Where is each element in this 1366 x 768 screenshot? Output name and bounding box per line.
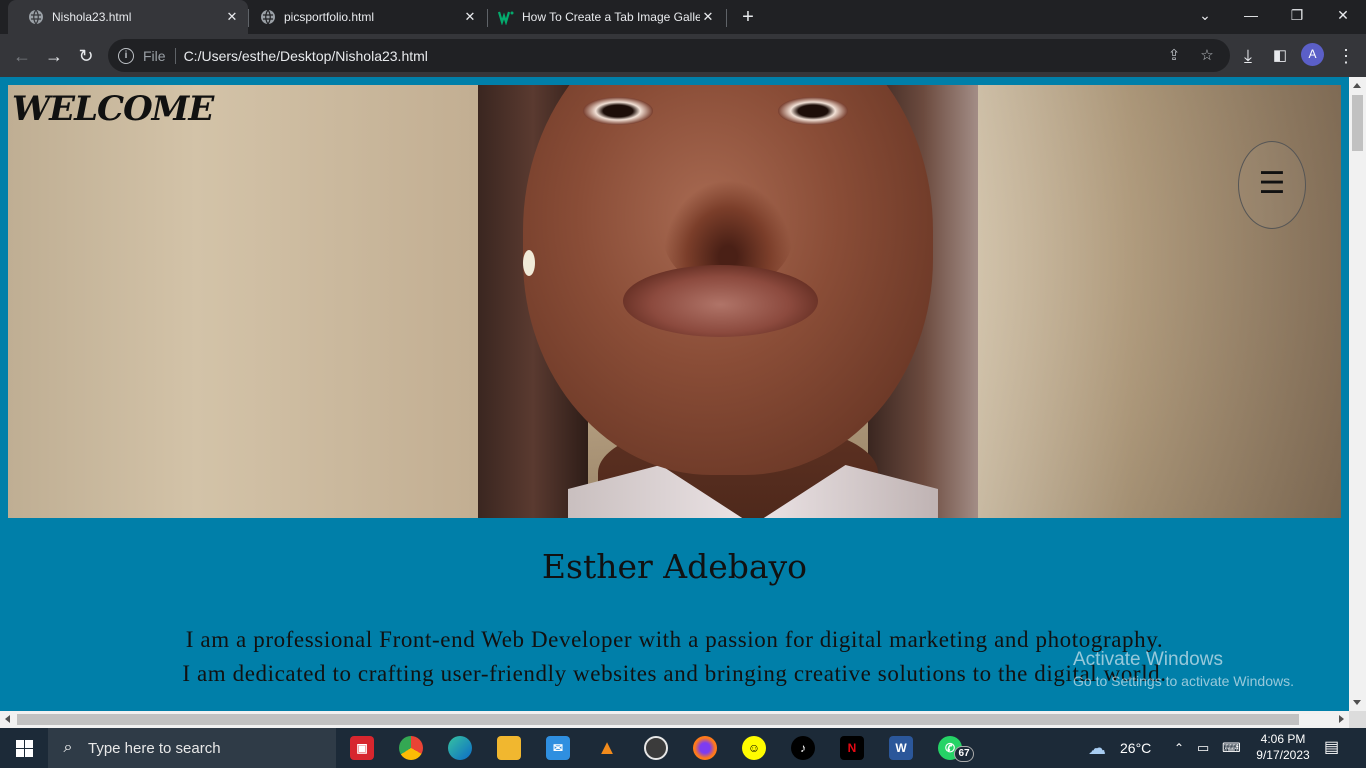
tab-title: How To Create a Tab Image Galle	[522, 10, 700, 24]
edge-icon[interactable]	[448, 736, 472, 760]
horizontal-scrollbar[interactable]	[0, 711, 1349, 728]
minimize-icon[interactable]: —	[1228, 0, 1274, 30]
restore-icon[interactable]: ❐	[1274, 0, 1320, 30]
tab-title: Nishola23.html	[52, 10, 132, 24]
new-tab-icon[interactable]: +	[736, 5, 760, 29]
watermark-subtitle: Go to Settings to activate Windows.	[1073, 673, 1294, 689]
close-window-icon[interactable]: ✕	[1320, 0, 1366, 30]
w3schools-icon	[498, 11, 514, 25]
clock-time: 4:06 PM	[1260, 732, 1306, 746]
tab-title: picsportfolio.html	[284, 10, 375, 24]
scrollbar-corner	[1349, 711, 1366, 728]
tab-search-chevron-icon[interactable]: ⌄	[1182, 0, 1228, 30]
windows-logo-icon	[16, 740, 24, 748]
netflix-icon[interactable]: N	[840, 736, 864, 760]
battery-icon[interactable]: ▭	[1197, 728, 1209, 768]
tab-picsportfolio[interactable]: picsportfolio.html ✕	[240, 0, 486, 34]
side-panel-icon[interactable]: ◧	[1266, 42, 1294, 70]
word-icon[interactable]: W	[889, 736, 913, 760]
download-icon[interactable]: ⤓	[1234, 42, 1262, 70]
weather-temperature[interactable]: 26°C	[1120, 728, 1151, 768]
tab-strip: Nishola23.html ✕ picsportfolio.html ✕ Ho…	[0, 0, 1366, 34]
chrome-icon[interactable]	[399, 736, 423, 760]
profile-name: Esther Adebayo	[541, 547, 808, 586]
vertical-scrollbar[interactable]	[1349, 77, 1366, 711]
close-tab-icon[interactable]: ✕	[462, 9, 478, 25]
show-hidden-icons-icon[interactable]: ⌃	[1174, 728, 1184, 768]
globe-icon	[29, 9, 43, 25]
page-viewport: WELCOME ☰ Esther Adebayo I am a professi…	[0, 77, 1349, 711]
more-menu-icon[interactable]: ⋮	[1332, 42, 1360, 70]
scroll-down-arrow-icon[interactable]	[1353, 700, 1361, 705]
taskbar-search-box[interactable]: ⌕ Type here to search	[48, 728, 336, 768]
address-divider	[174, 47, 176, 64]
site-info-icon[interactable]: i	[118, 47, 134, 64]
share-icon[interactable]: ⇪	[1164, 46, 1184, 66]
tiktok-icon[interactable]: ♪	[791, 736, 815, 760]
mail-icon[interactable]: ✉	[546, 736, 570, 760]
keyboard-icon[interactable]: ⌨	[1222, 728, 1241, 768]
close-tab-icon[interactable]: ✕	[224, 9, 240, 25]
browser-toolbar: ← → ↻ i File C:/Users/esthe/Desktop/Nish…	[0, 34, 1366, 77]
watermark-title: Activate Windows	[1073, 649, 1223, 670]
scroll-left-arrow-icon[interactable]	[5, 715, 10, 723]
scroll-up-arrow-icon[interactable]	[1353, 83, 1361, 88]
hero-portrait-photo: WELCOME ☰	[8, 85, 1341, 518]
search-icon: ⌕	[63, 739, 73, 756]
whatsapp-badge: 67	[954, 746, 974, 762]
welcome-heading: WELCOME	[12, 89, 214, 129]
forward-icon[interactable]: →	[40, 42, 68, 70]
media-player-icon[interactable]	[644, 736, 668, 760]
weather-cloud-icon[interactable]: ☁	[1088, 728, 1106, 768]
tab-divider	[726, 9, 727, 27]
address-bar[interactable]: i File C:/Users/esthe/Desktop/Nishola23.…	[108, 39, 1230, 72]
clock-date: 9/17/2023	[1256, 748, 1310, 762]
xbox-game-bar-icon[interactable]: ▣	[350, 736, 374, 760]
windows-taskbar: ⌕ Type here to search ▣ ✉ ▲ ☺ ♪ N W ✆ 67…	[0, 728, 1366, 768]
globe-icon	[261, 9, 275, 25]
notifications-icon[interactable]: ▤	[1324, 728, 1339, 768]
tab-nishola23[interactable]: Nishola23.html ✕	[8, 0, 248, 34]
close-tab-icon[interactable]: ✕	[700, 9, 716, 25]
url-text[interactable]: C:/Users/esthe/Desktop/Nishola23.html	[184, 48, 428, 64]
taskbar-clock[interactable]: 4:06 PM 9/17/2023	[1252, 731, 1314, 763]
url-scheme: File	[143, 47, 166, 64]
profile-avatar[interactable]: A	[1301, 43, 1324, 66]
tab-tab-image-gallery[interactable]: How To Create a Tab Image Galle ✕	[478, 0, 724, 34]
horizontal-scroll-thumb[interactable]	[17, 714, 1299, 725]
bookmark-star-icon[interactable]: ☆	[1197, 46, 1217, 66]
activate-windows-watermark: Activate Windows Go to Settings to activ…	[1073, 649, 1294, 689]
hamburger-menu-button[interactable]: ☰	[1238, 141, 1306, 229]
vlc-icon[interactable]: ▲	[595, 736, 619, 760]
back-icon[interactable]: ←	[8, 42, 36, 70]
start-button[interactable]	[0, 728, 48, 768]
file-explorer-icon[interactable]	[497, 736, 521, 760]
snapchat-icon[interactable]: ☺	[742, 736, 766, 760]
search-placeholder: Type here to search	[88, 739, 221, 757]
firefox-icon[interactable]	[693, 736, 717, 760]
vertical-scroll-thumb[interactable]	[1352, 95, 1363, 151]
scroll-right-arrow-icon[interactable]	[1339, 715, 1344, 723]
reload-icon[interactable]: ↻	[72, 42, 100, 70]
